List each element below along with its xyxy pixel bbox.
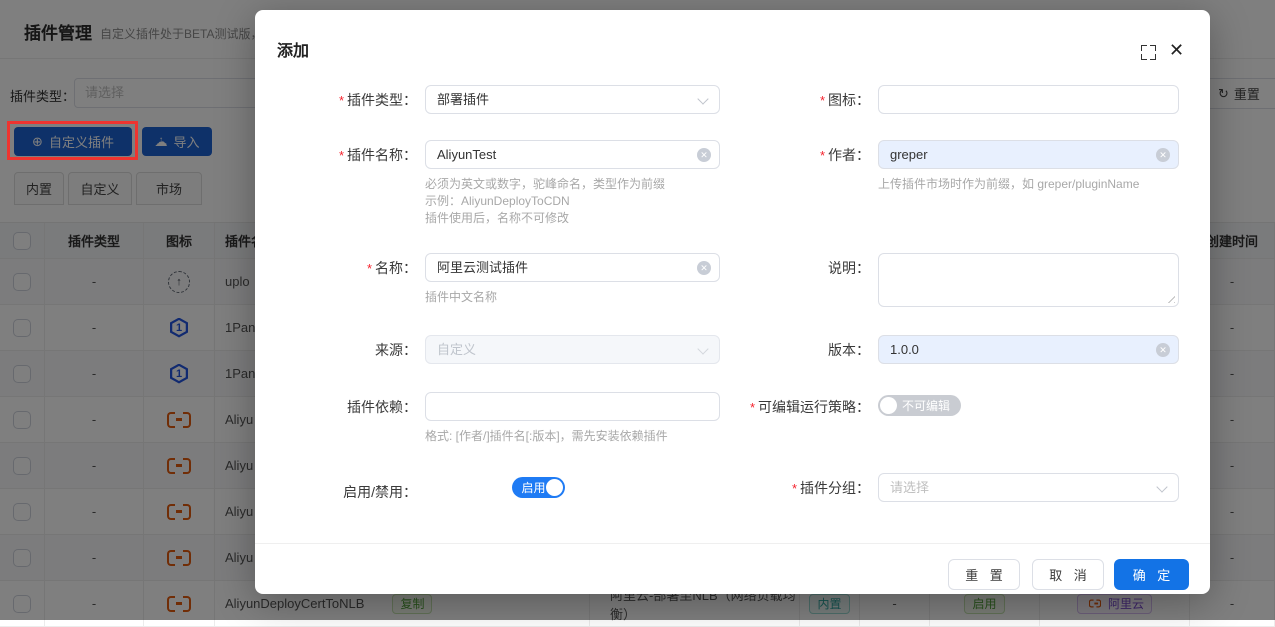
plugin-group-select[interactable]: 请选择 bbox=[878, 473, 1179, 502]
help-text: 插件中文名称 bbox=[425, 289, 497, 306]
plugin-type-label: *插件类型： bbox=[255, 90, 417, 110]
clear-icon[interactable]: ✕ bbox=[1156, 343, 1170, 357]
icon-input[interactable] bbox=[878, 85, 1179, 114]
description-label: 说明： bbox=[655, 258, 870, 278]
help-text: 格式: [作者/]插件名[:版本]，需先安装依赖插件 bbox=[425, 428, 668, 445]
name-label: *名称： bbox=[255, 258, 417, 278]
author-label: *作者： bbox=[655, 145, 870, 165]
enabled-label: 启用/禁用： bbox=[255, 482, 417, 502]
resize-handle[interactable] bbox=[1166, 294, 1175, 303]
source-label: 来源： bbox=[255, 340, 417, 360]
version-input[interactable]: 1.0.0 ✕ bbox=[878, 335, 1179, 364]
help-text: 必须为英文或数字，驼峰命名，类型作为前缀 bbox=[425, 176, 665, 193]
clear-icon[interactable]: ✕ bbox=[1156, 148, 1170, 162]
author-input[interactable]: greper ✕ bbox=[878, 140, 1179, 169]
help-text: 插件使用后，名称不可修改 bbox=[425, 210, 569, 227]
reset-button[interactable]: 重 置 bbox=[948, 559, 1020, 590]
help-text: 上传插件市场时作为前缀，如 greper/pluginName bbox=[878, 176, 1139, 193]
icon-label: *图标： bbox=[655, 90, 870, 110]
annotation-highlight-box bbox=[7, 121, 138, 160]
plugin-group-label: *插件分组： bbox=[655, 478, 870, 498]
close-icon[interactable]: ✕ bbox=[1169, 40, 1184, 61]
modal-footer-divider bbox=[255, 543, 1210, 544]
description-textarea[interactable] bbox=[878, 253, 1179, 307]
enabled-toggle[interactable]: 启用 bbox=[512, 477, 565, 498]
editable-policy-label: *可编辑运行策略： bbox=[655, 397, 870, 417]
confirm-button[interactable]: 确 定 bbox=[1114, 559, 1189, 590]
help-text: 示例：AliyunDeployToCDN bbox=[425, 193, 570, 210]
editable-policy-toggle[interactable]: 不可编辑 bbox=[878, 395, 961, 416]
version-label: 版本： bbox=[655, 340, 870, 360]
cancel-button[interactable]: 取 消 bbox=[1032, 559, 1104, 590]
fullscreen-icon[interactable] bbox=[1141, 45, 1156, 60]
add-plugin-modal: 添加 ✕ *插件类型： 部署插件 *图标： *插件名称： AliyunTest … bbox=[255, 10, 1210, 594]
chevron-down-icon bbox=[1156, 481, 1167, 492]
plugin-name-label: *插件名称： bbox=[255, 145, 417, 165]
modal-title: 添加 bbox=[277, 37, 309, 61]
dependency-label: 插件依赖： bbox=[255, 397, 417, 417]
